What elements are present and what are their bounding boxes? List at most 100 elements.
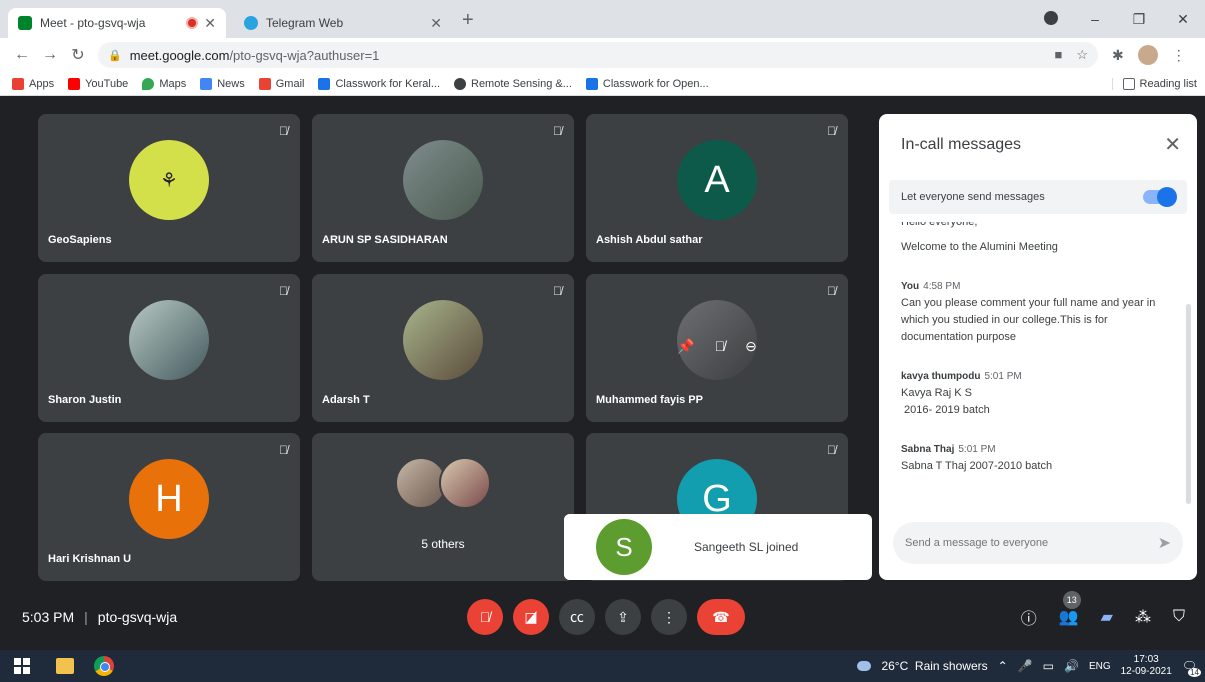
more-options-button[interactable]: ⋮ (651, 599, 687, 635)
profile-avatar[interactable] (1137, 45, 1158, 65)
chat-icon[interactable]: ▰ (1101, 607, 1113, 627)
message-input[interactable] (905, 537, 1158, 549)
tab-meet[interactable]: Meet - pto-gsvq-wja ✕ (8, 8, 226, 38)
meeting-time: 5:03 PM (22, 609, 75, 625)
extensions-icon[interactable]: ✱ (1112, 47, 1124, 64)
language-indicator[interactable]: ENG (1089, 661, 1111, 672)
bookmark-remote-sensing[interactable]: Remote Sensing &... (454, 77, 572, 90)
tab-telegram[interactable]: Telegram Web ✕ (234, 8, 452, 38)
mic-toggle-button[interactable]: 🎙̸ (467, 599, 503, 635)
camera-toggle-button[interactable]: ◪̸ (513, 599, 549, 635)
bookmark-apps[interactable]: Apps (12, 77, 54, 90)
chevron-up-icon[interactable]: ⌃ (998, 659, 1008, 673)
message-time: 5:01 PM (984, 371, 1022, 382)
message-group: You 4:58 PM Can you please comment your f… (901, 278, 1171, 346)
tile-hover-controls: 📌 🎙̸ ⊖ (677, 338, 757, 355)
activities-icon[interactable]: ⁂ (1135, 607, 1151, 627)
chrome-icon[interactable] (94, 656, 114, 676)
mic-off-icon: 🎙̸ (827, 124, 836, 138)
address-bar[interactable]: 🔒 meet.google.com /pto-gsvq-wja?authuser… (98, 42, 1098, 68)
restore-button[interactable]: ❐ (1117, 11, 1161, 28)
bookmark-youtube[interactable]: YouTube (68, 77, 128, 90)
allow-messages-toggle[interactable] (1143, 187, 1177, 207)
weather-icon (857, 661, 872, 671)
in-call-messages-panel: In-call messages ✕ Let everyone send mes… (879, 114, 1197, 580)
people-button[interactable]: 👥 13 (1059, 591, 1081, 627)
tab-title: Meet - pto-gsvq-wja (40, 16, 146, 30)
chrome-menu-icon[interactable]: ⋮ (1172, 47, 1186, 64)
bookmark-maps[interactable]: Maps (142, 77, 186, 90)
host-controls-icon[interactable]: ⛉ (1173, 608, 1185, 626)
message-group: kavya thumpodu 5:01 PM Kavya Raj K S 2016… (901, 368, 1171, 419)
windows-taskbar: 26°C Rain showers ⌃ 🎤 ▭ 🔊 ENG 17:03 12-0… (0, 650, 1205, 682)
meet-favicon-icon (18, 16, 32, 30)
message-group: Sabna Thaj 5:01 PM Sabna T Thaj 2007-2010… (901, 441, 1171, 475)
participant-avatar (403, 140, 483, 220)
avatar: S (596, 519, 652, 575)
message-time: 5:01 PM (958, 444, 996, 455)
back-button[interactable]: ← (8, 46, 36, 64)
bookmark-classwork-kerala[interactable]: Classwork for Keral... (318, 77, 440, 90)
news-icon (200, 77, 213, 90)
participant-name: Sharon Justin (48, 394, 122, 406)
participant-tile[interactable]: 🎙̸ ARUN SP SASIDHARAN (312, 114, 574, 262)
camera-in-use-icon[interactable]: ■ (1054, 47, 1062, 63)
file-explorer-icon[interactable] (56, 658, 74, 674)
bookmark-gmail[interactable]: Gmail (258, 77, 304, 90)
others-tile[interactable]: 5 others (312, 433, 574, 581)
pin-icon[interactable]: 📌 (677, 338, 694, 355)
participant-tile[interactable]: 🎙̸ A Ashish Abdul sathar (586, 114, 848, 262)
bookmark-star-icon[interactable]: ☆ (1076, 47, 1088, 63)
forward-button[interactable]: → (36, 46, 64, 64)
participant-tile[interactable]: 🎙̸ Sharon Justin (38, 274, 300, 422)
mic-off-icon: 🎙̸ (553, 124, 562, 138)
mic-off-icon: 🎙̸ (827, 443, 836, 457)
weather-text[interactable]: 26°C Rain showers (881, 659, 987, 673)
profile-menu-icon[interactable] (1029, 10, 1073, 28)
window-controls: – ❐ ✕ (1029, 0, 1205, 38)
mute-participant-icon[interactable]: 🎙̸ (715, 338, 726, 355)
close-panel-button[interactable]: ✕ (1164, 132, 1181, 157)
message-scrollbar[interactable] (1186, 304, 1191, 504)
minimize-button[interactable]: – (1073, 11, 1117, 27)
new-tab-button[interactable]: + (462, 9, 474, 32)
bookmark-news[interactable]: News (200, 77, 245, 90)
toolbar-right: ✱ ⋮ (1112, 45, 1186, 65)
bookmark-classwork-open[interactable]: Classwork for Open... (585, 77, 709, 90)
participant-tile[interactable]: 🎙̸ Adarsh T (312, 274, 574, 422)
close-tab-icon[interactable]: ✕ (430, 15, 442, 32)
microphone-icon[interactable]: 🎤 (1018, 659, 1033, 673)
reading-list-button[interactable]: Reading list (1111, 77, 1197, 90)
captions-button[interactable]: ㏄ (559, 599, 595, 635)
send-icon[interactable]: ➤ (1158, 533, 1171, 553)
reload-button[interactable]: ↻ (64, 45, 92, 65)
meeting-details-icon[interactable]: ⓘ (1021, 605, 1037, 629)
participant-tile[interactable]: 🎙̸ ⚘ GeoSapiens (38, 114, 300, 262)
youtube-icon (68, 77, 81, 90)
allow-messages-row: Let everyone send messages (889, 180, 1187, 214)
participant-name: Adarsh T (322, 394, 370, 406)
remove-participant-icon[interactable]: ⊖ (745, 338, 757, 355)
maps-pin-icon (142, 77, 155, 90)
participant-tile[interactable]: 🎙̸ 📌 🎙̸ ⊖ Muhammed fayis PP (586, 274, 848, 422)
clock[interactable]: 17:03 12-09-2021 (1121, 654, 1172, 678)
battery-icon[interactable]: ▭ (1043, 659, 1054, 673)
panel-title: In-call messages (901, 136, 1022, 153)
close-window-button[interactable]: ✕ (1161, 11, 1205, 28)
notifications-icon[interactable]: 🗨 14 (1182, 659, 1201, 677)
gmail-icon (258, 77, 271, 90)
close-tab-icon[interactable]: ✕ (204, 15, 216, 32)
volume-icon[interactable]: 🔊 (1064, 659, 1079, 673)
present-screen-button[interactable]: ⇪ (605, 599, 641, 635)
participant-name: Ashish Abdul sathar (596, 234, 703, 246)
divider: | (84, 609, 88, 625)
message-text: 2016- 2019 batch (901, 404, 990, 416)
message-list[interactable]: Hello everyone, Welcome to the Alumini M… (901, 222, 1171, 512)
participant-tile[interactable]: 🎙̸ H Hari Krishnan U (38, 433, 300, 581)
windows-start-icon[interactable] (14, 658, 30, 674)
recording-indicator-icon (188, 19, 197, 27)
lock-icon[interactable]: 🔒 (108, 49, 122, 62)
browser-toolbar: ← → ↻ 🔒 meet.google.com /pto-gsvq-wja?au… (0, 38, 1205, 72)
notification-count: 14 (1188, 668, 1201, 677)
leave-call-button[interactable]: ☎ (697, 599, 745, 635)
